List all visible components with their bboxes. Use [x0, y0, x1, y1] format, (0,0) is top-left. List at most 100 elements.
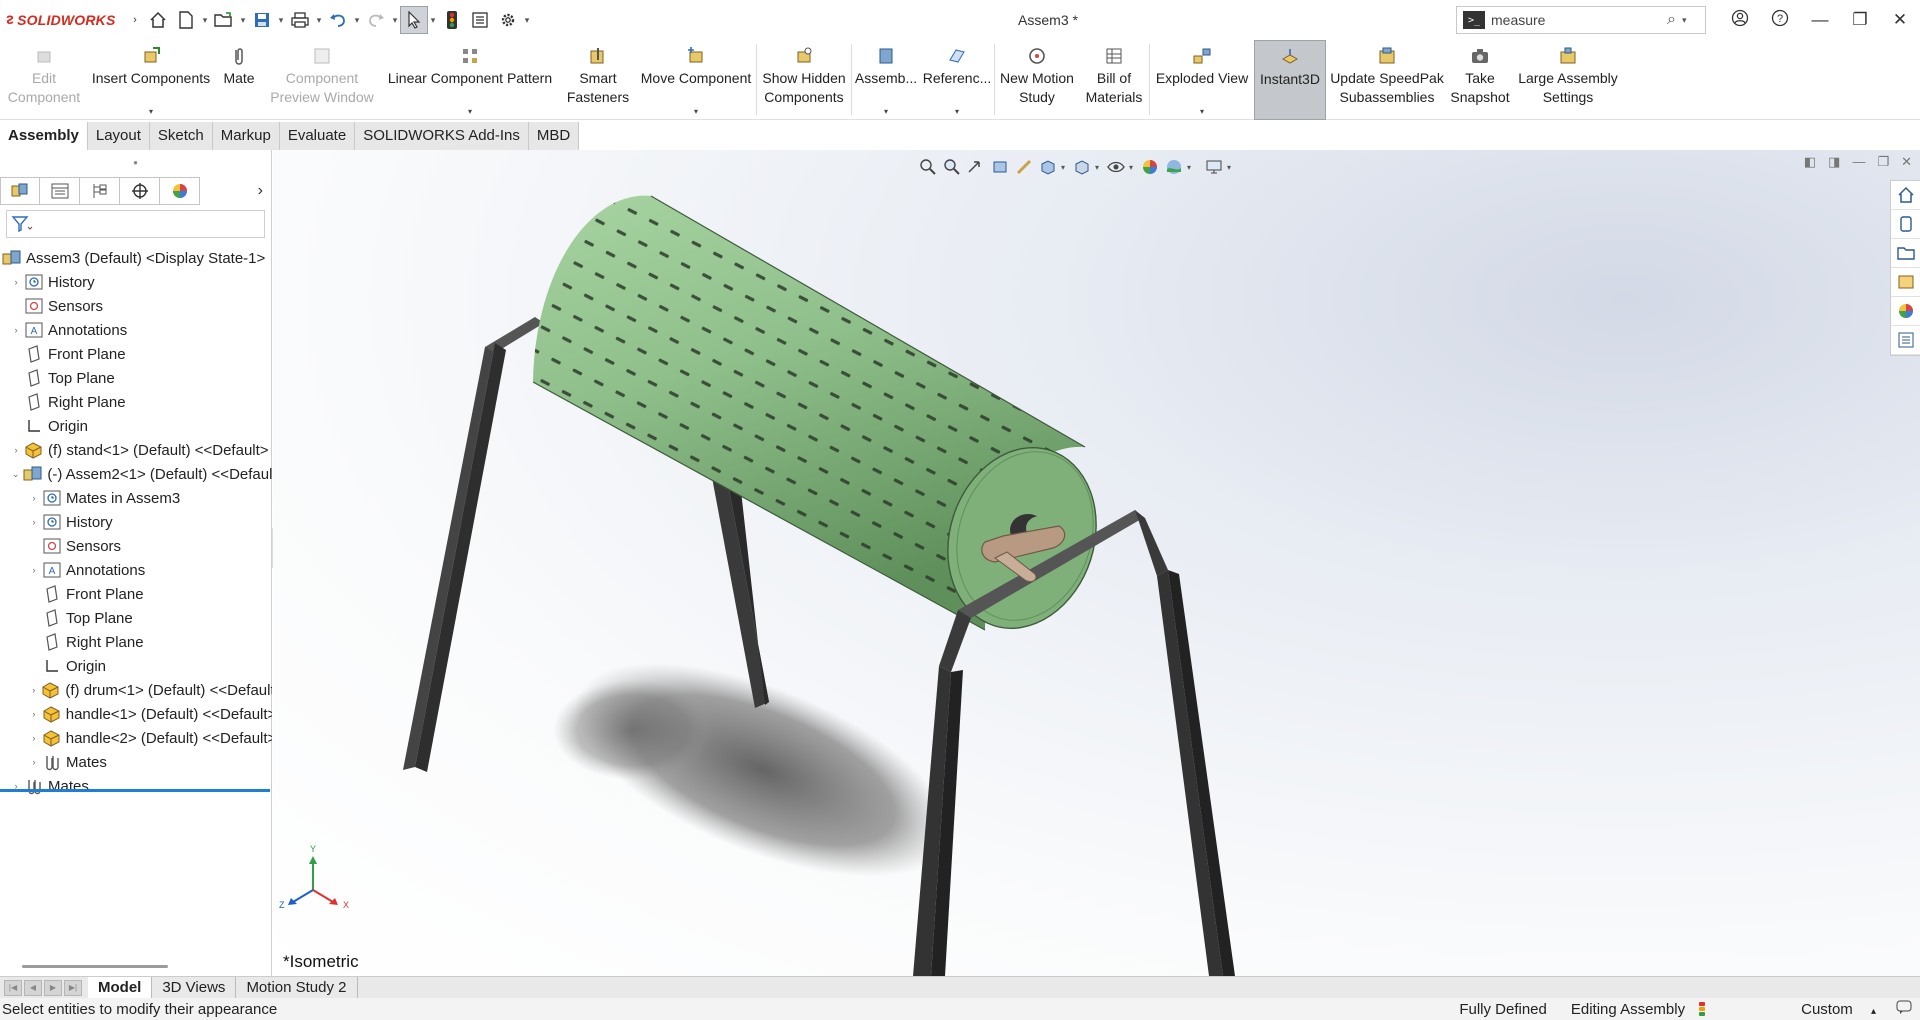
apply-scene-dropdown-icon[interactable]: ▾	[1187, 163, 1195, 172]
tree-item[interactable]: Right Plane	[0, 390, 272, 414]
dynamic-annotation-button[interactable]	[1013, 156, 1035, 178]
tree-item[interactable]: Front Plane	[0, 342, 272, 366]
apply-scene-button[interactable]	[1163, 156, 1185, 178]
assembly-features-button[interactable]: Assemb... ▾	[852, 40, 920, 120]
tab-evaluate[interactable]: Evaluate	[279, 122, 356, 150]
tab-markup[interactable]: Markup	[212, 122, 280, 150]
tree-item[interactable]: › Mates	[0, 774, 272, 798]
tree-item[interactable]: Origin	[0, 414, 272, 438]
tree-item[interactable]: › handle<1> (Default) <<Default>	[0, 702, 272, 726]
viewport-minimize-icon[interactable]: —	[1852, 154, 1865, 170]
redo-button[interactable]	[362, 6, 390, 34]
options-button[interactable]	[494, 6, 522, 34]
edit-component-button[interactable]: Edit Component	[0, 40, 88, 120]
next-tab-icon[interactable]: ▶	[44, 979, 62, 996]
bill-of-materials-button[interactable]: Bill of Materials	[1079, 40, 1149, 120]
unit-system-selector[interactable]: Custom ▴	[1801, 1001, 1876, 1018]
tree-horizontal-scrollbar[interactable]	[22, 965, 168, 968]
tree-item[interactable]: › (f) stand<1> (Default) <<Default>	[0, 438, 272, 462]
options-dropdown-icon[interactable]: ▾	[522, 15, 532, 26]
tree-expand-icon[interactable]: ›	[28, 565, 40, 575]
last-tab-icon[interactable]: ▶|	[64, 979, 82, 996]
feature-manager-tab[interactable]	[0, 177, 40, 205]
tree-item[interactable]: Sensors	[0, 534, 272, 558]
hide-show-dropdown-icon[interactable]: ▾	[1129, 163, 1137, 172]
exploded-view-button[interactable]: Exploded View ▾	[1150, 40, 1254, 120]
tree-rollback-bar[interactable]	[0, 789, 270, 792]
tab-sketch[interactable]: Sketch	[149, 122, 213, 150]
view-orientation-button[interactable]	[1037, 156, 1059, 178]
previous-view-button[interactable]	[965, 156, 987, 178]
insert-components-dropdown-icon[interactable]: ▾	[149, 107, 153, 116]
tab-model[interactable]: Model	[88, 977, 153, 998]
undo-dropdown-icon[interactable]: ▾	[352, 15, 362, 26]
graphics-area[interactable]: Y X Z ▾ ▾ ▾ ▾ ▾ ◧ ◨ — ❐ ✕ *Isometric	[273, 150, 1920, 976]
select-button[interactable]	[400, 6, 428, 34]
file-explorer-tab[interactable]	[1891, 239, 1920, 268]
search-box[interactable]: >_ ⌕ ▾	[1456, 6, 1706, 34]
smart-fasteners-button[interactable]: Smart Fasteners	[560, 40, 636, 120]
show-hidden-components-button[interactable]: Show Hidden Components	[757, 40, 851, 120]
menu-expand-icon[interactable]: ›	[126, 6, 144, 34]
viewport-close-icon[interactable]: ✕	[1901, 154, 1912, 170]
pattern-dropdown-icon[interactable]: ▾	[468, 107, 472, 116]
print-dropdown-icon[interactable]: ▾	[314, 15, 324, 26]
exploded-view-dropdown-icon[interactable]: ▾	[1200, 107, 1204, 116]
tree-item[interactable]: › Mates in Assem3	[0, 486, 272, 510]
tree-item[interactable]: › A Annotations	[0, 318, 272, 342]
display-style-dropdown-icon[interactable]: ▾	[1095, 163, 1103, 172]
take-snapshot-button[interactable]: Take Snapshot	[1448, 40, 1512, 120]
tree-expand-icon[interactable]: ›	[28, 517, 40, 527]
prev-tab-icon[interactable]: ◀	[24, 979, 42, 996]
restore-icon[interactable]: ❐	[1840, 10, 1880, 30]
tree-item[interactable]: Top Plane	[0, 606, 272, 630]
new-document-button[interactable]	[172, 6, 200, 34]
hide-show-items-button[interactable]	[1105, 156, 1127, 178]
large-assembly-settings-button[interactable]: Large Assembly Settings	[1512, 40, 1624, 120]
reference-geometry-button[interactable]: Referenc... ▾	[920, 40, 994, 120]
first-tab-icon[interactable]: |◀	[4, 979, 22, 996]
tree-item[interactable]: Origin	[0, 654, 272, 678]
move-component-dropdown-icon[interactable]: ▾	[694, 107, 698, 116]
tree-item[interactable]: › (f) drum<1> (Default) <<Default>	[0, 678, 272, 702]
tree-item[interactable]: › History	[0, 270, 272, 294]
section-view-button[interactable]	[989, 156, 1011, 178]
assembly-model[interactable]: Y X Z	[273, 150, 1920, 976]
tree-item[interactable]: Front Plane	[0, 582, 272, 606]
tree-item[interactable]: › History	[0, 510, 272, 534]
tab-assembly[interactable]: Assembly	[0, 122, 88, 150]
tree-item[interactable]: Assem3 (Default) <Display State-1>	[0, 246, 272, 270]
tree-item[interactable]: ⌄ (-) Assem2<1> (Default) <<Default>	[0, 462, 272, 486]
home-button[interactable]	[144, 6, 172, 34]
tree-item[interactable]: Top Plane	[0, 366, 272, 390]
configuration-manager-tab[interactable]	[80, 177, 120, 205]
search-input[interactable]	[1491, 12, 1661, 28]
tree-expand-icon[interactable]: ⌄	[10, 469, 21, 480]
tree-item[interactable]: › Mates	[0, 750, 272, 774]
tab-solidworks-add-ins[interactable]: SOLIDWORKS Add-Ins	[355, 122, 529, 150]
tree-expand-icon[interactable]: ›	[28, 733, 40, 743]
insert-components-button[interactable]: Insert Components ▾	[88, 40, 214, 120]
zoom-to-area-button[interactable]	[941, 156, 963, 178]
more-tabs-chevron-icon[interactable]: ›	[258, 182, 263, 200]
rebuild-button[interactable]	[438, 6, 466, 34]
dimxpert-manager-tab[interactable]	[120, 177, 160, 205]
zoom-to-fit-button[interactable]	[917, 156, 939, 178]
undo-button[interactable]	[324, 6, 352, 34]
minimize-icon[interactable]: —	[1800, 10, 1840, 30]
tree-filter-box[interactable]	[6, 210, 265, 238]
tree-expand-icon[interactable]: ›	[10, 325, 22, 335]
tab-3d-views[interactable]: 3D Views	[152, 977, 237, 998]
mate-button[interactable]: Mate	[214, 40, 264, 120]
rebuild-status-icon[interactable]	[1699, 1002, 1706, 1016]
close-icon[interactable]: ✕	[1880, 10, 1920, 30]
tree-item[interactable]: › handle<2> (Default) <<Default>	[0, 726, 272, 750]
tree-expand-icon[interactable]: ›	[10, 445, 22, 455]
search-icon[interactable]: ⌕	[1667, 11, 1676, 29]
appearances-tab[interactable]	[1891, 297, 1920, 326]
split-view-right-icon[interactable]: ◨	[1828, 154, 1840, 170]
print-button[interactable]	[286, 6, 314, 34]
assembly-features-dropdown-icon[interactable]: ▾	[884, 107, 888, 116]
tree-item[interactable]: Sensors	[0, 294, 272, 318]
property-manager-tab[interactable]	[40, 177, 80, 205]
